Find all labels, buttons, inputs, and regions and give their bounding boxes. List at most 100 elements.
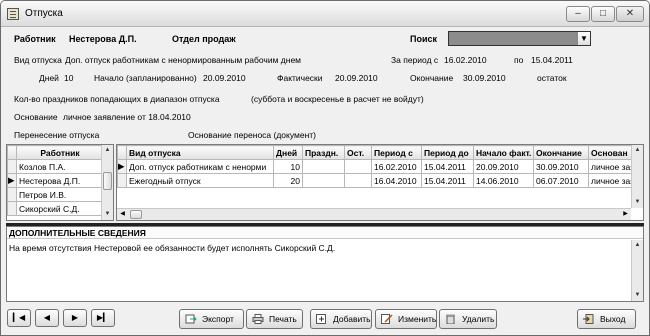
additional-info-text[interactable]: На время отсутствия Нестеровой ее обязан… [9,243,335,253]
maximize-button[interactable]: □ [591,6,615,22]
table-cell[interactable]: 15.04.2011 [421,173,474,188]
close-button[interactable]: ✕ [616,6,644,22]
vacation-type-value: Доп. отпуск работникам с ненормированным… [65,55,302,65]
column-header[interactable]: Окончание [533,145,589,160]
add-button[interactable]: Добавить [310,309,372,329]
table-row[interactable]: Ежегодный отпуск 20 16.04.2010 15.04.201… [117,173,643,188]
scroll-down-icon[interactable]: ▼ [632,197,643,208]
column-header[interactable]: Период до [421,145,474,160]
printer-icon [252,314,264,324]
employee-grid: Работник Козлов П.А. ▶ Нестерова Д.П. Пет… [6,144,114,221]
last-record-button[interactable]: ▶▎ [91,309,115,327]
start-planned-label: Начало (запланированно) [94,73,197,83]
title-bar[interactable]: Отпуска – □ ✕ [1,1,649,27]
scroll-thumb[interactable] [130,210,142,219]
table-row[interactable]: ▶ Доп. отпуск работникам с ненорми 10 16… [117,159,643,174]
first-record-button[interactable]: ▎◀ [7,309,31,327]
table-row[interactable]: Петров И.В. [7,187,104,202]
actual-start-value: 20.09.2010 [335,73,378,83]
exit-door-icon [583,314,594,324]
period-to-label: по [514,55,524,65]
employee-column-header[interactable]: Работник [16,145,104,160]
table-row[interactable]: Сикорский С.Д. [7,201,104,216]
period-to-value: 15.04.2011 [531,55,573,65]
column-header[interactable]: Ост. [344,145,372,160]
table-cell[interactable] [302,159,345,174]
column-header[interactable]: Вид отпуска [126,145,274,160]
table-cell[interactable]: 16.02.2010 [371,159,422,174]
employee-grid-scrollbar[interactable]: ▲ ▼ [101,145,113,220]
chevron-down-icon[interactable]: ▼ [577,32,590,45]
app-icon [7,8,19,20]
employee-name[interactable]: Петров И.В. [16,187,104,202]
table-cell[interactable]: 14.06.2010 [473,173,534,188]
employee-name[interactable]: Козлов П.А. [16,159,104,174]
table-cell[interactable] [302,173,345,188]
table-cell[interactable]: Ежегодный отпуск [126,173,274,188]
scroll-left-icon[interactable]: ◀ [117,209,128,220]
table-cell[interactable] [344,173,372,188]
vacations-grid-vscrollbar[interactable]: ▲ ▼ [631,145,643,208]
holidays-note: (суббота и воскресенье в расчет не войду… [251,94,424,104]
row-pointer-icon: ▶ [7,173,17,188]
scroll-right-icon[interactable]: ▶ [620,209,631,220]
add-label: Добавить [333,314,371,324]
table-cell[interactable] [344,159,372,174]
next-record-icon: ▶ [71,313,79,322]
column-header[interactable]: Начало факт. [473,145,534,160]
export-button[interactable]: Экспорт [179,309,244,329]
table-cell[interactable]: Доп. отпуск работникам с ненорми [126,159,274,174]
basis-value: личное заявление от 18.04.2010 [63,112,191,122]
column-header[interactable]: Праздн. [302,145,345,160]
exit-button[interactable]: Выход [577,309,636,329]
print-button[interactable]: Печать [246,309,303,329]
column-header[interactable]: Период с [371,145,422,160]
table-row[interactable]: ▶ Нестерова Д.П. [7,173,104,188]
employee-name[interactable]: Сикорский С.Д. [16,201,104,216]
edit-label: Изменить [398,314,437,324]
delete-button[interactable]: Удалить [439,309,497,329]
scroll-thumb[interactable] [103,172,112,190]
add-record-icon [316,314,326,324]
prev-record-button[interactable]: ◀ [35,309,59,327]
days-value: 10 [64,73,74,83]
window-title: Отпуска [25,8,63,19]
additional-info-panel: ДОПОЛНИТЕЛЬНЫЕ СВЕДЕНИЯ На время отсутст… [6,226,644,302]
table-cell[interactable]: 30.09.2010 [533,159,589,174]
table-cell[interactable]: 16.04.2010 [371,173,422,188]
holidays-label: Кол-во праздников попадающих в диапазон … [14,94,220,104]
scroll-up-icon[interactable]: ▲ [632,240,643,251]
employee-name[interactable]: Нестерова Д.П. [16,173,104,188]
additional-info-scrollbar[interactable]: ▲ ▼ [631,240,643,301]
table-cell[interactable]: 15.04.2011 [421,159,474,174]
minimize-button[interactable]: – [566,6,590,22]
period-from-label: За период с [391,55,439,65]
employee-label: Работник [14,34,56,44]
scroll-down-icon[interactable]: ▼ [632,290,643,301]
transfer-basis-label: Основание переноса (документ) [188,130,316,140]
days-label: Дней [39,73,59,83]
scroll-up-icon[interactable]: ▲ [102,145,113,156]
exit-label: Выход [600,314,626,324]
table-cell[interactable]: 20.09.2010 [473,159,534,174]
edit-button[interactable]: Изменить [375,309,437,329]
table-cell[interactable]: 10 [273,159,303,174]
close-icon: ✕ [625,8,635,19]
table-row[interactable]: Козлов П.А. [7,159,104,174]
table-cell[interactable]: 06.07.2010 [533,173,589,188]
vacation-type-label: Вид отпуска [14,55,62,65]
column-header[interactable]: Дней [273,145,303,160]
minimize-icon: – [575,8,581,19]
search-combo[interactable]: ▼ [448,31,591,46]
vacations-window: Отпуска – □ ✕ Работник Нестерова Д.П. От… [0,0,650,336]
print-label: Печать [269,314,297,324]
search-label: Поиск [410,34,438,44]
scroll-up-icon[interactable]: ▲ [632,145,643,156]
delete-icon [446,314,455,324]
scroll-down-icon[interactable]: ▼ [102,209,113,220]
table-cell[interactable]: 20 [273,173,303,188]
next-record-button[interactable]: ▶ [63,309,87,327]
edit-icon [381,314,393,324]
vacations-grid-hscrollbar[interactable]: ◀ ▶ [117,208,631,220]
export-icon [185,314,197,324]
